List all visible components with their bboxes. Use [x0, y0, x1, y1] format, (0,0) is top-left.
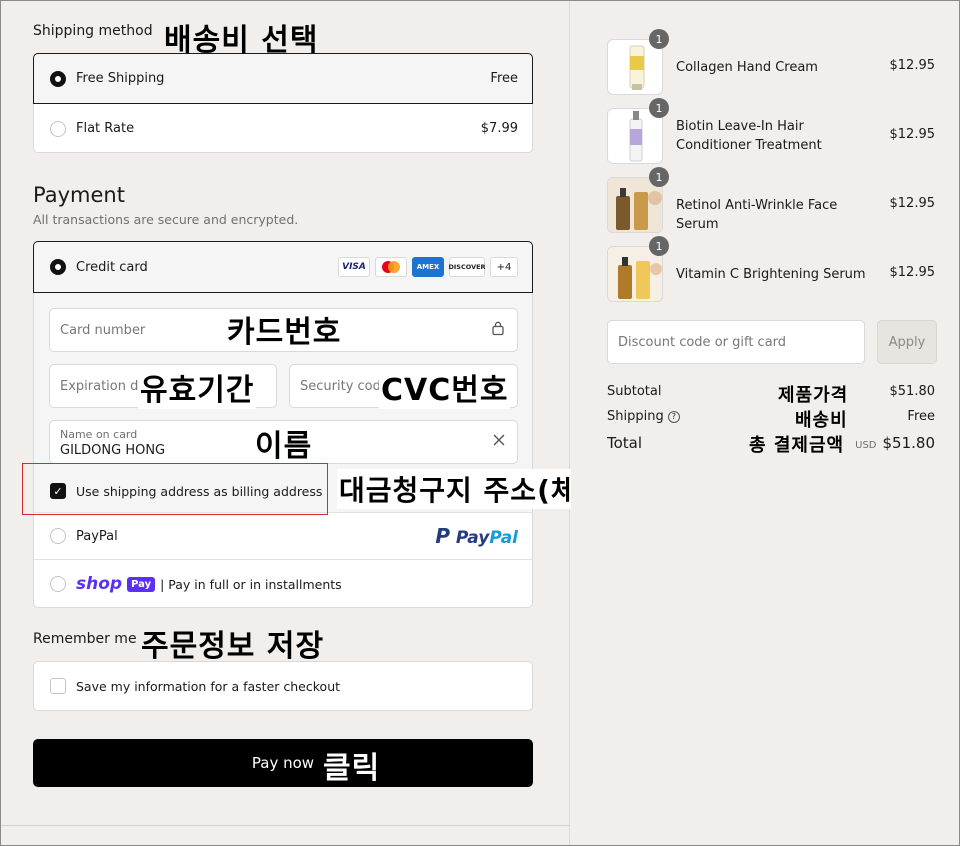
shipping-option-free[interactable]: Free Shipping Free — [33, 53, 533, 104]
radio-selected[interactable] — [50, 259, 66, 275]
quantity-badge: 1 — [649, 29, 669, 49]
save-info-label: Save my information for a faster checkou… — [76, 678, 341, 694]
mastercard-logo-icon — [375, 257, 407, 277]
visa-logo: VISA — [338, 257, 370, 277]
total-annotation: 총 결제금액 — [749, 435, 845, 456]
expiration-annotation: 유효기간 — [138, 365, 257, 409]
quantity-badge: 1 — [649, 98, 669, 118]
more-brands-badge: +4 — [490, 257, 518, 277]
pay-annotation: 클릭 — [323, 751, 381, 786]
subtotal-row: Subtotal $51.80 — [607, 384, 937, 402]
paypal-logo: P PayPal — [435, 524, 518, 548]
paypal-logo-pal: Pal — [489, 528, 518, 548]
discount-code-input[interactable]: Discount code or gift card — [607, 320, 865, 364]
checkout-page: Shipping method 배송비 선택 Free Shipping Fre… — [0, 0, 960, 846]
name-annotation: 이름 — [255, 429, 313, 464]
cart-item: 1 Vitamin C Brightening Serum $12.95 — [607, 236, 937, 302]
discount-placeholder: Discount code or gift card — [618, 334, 787, 350]
card-number-placeholder: Card number — [60, 322, 146, 338]
remember-annotation: 주문정보 저장 — [141, 629, 325, 664]
subtotal-value: $51.80 — [889, 384, 936, 399]
quantity-badge: 1 — [649, 167, 669, 187]
shipping-options: Free Shipping Free Flat Rate $7.99 — [33, 53, 533, 153]
shoppay-logo: shop — [76, 574, 123, 594]
security-annotation: CVC번호 — [379, 365, 511, 409]
apply-label: Apply — [888, 334, 926, 350]
shipping-option-price: Free — [490, 71, 518, 86]
paypal-logo-pay: Pay — [455, 528, 490, 548]
item-name: Collagen Hand Cream — [676, 60, 818, 75]
paypal-logo-p: P — [435, 524, 450, 548]
cart-item: 1 Biotin Leave-In Hair Conditioner Treat… — [607, 98, 937, 164]
shipping-option-flat[interactable]: Flat Rate $7.99 — [34, 104, 532, 153]
total-value: $51.80 — [882, 434, 936, 452]
billing-highlight-box — [22, 463, 328, 515]
total-value-group: USD $51.80 — [855, 434, 935, 452]
payment-title: Payment — [33, 183, 125, 207]
shipping-option-label: Flat Rate — [76, 121, 135, 136]
help-icon[interactable]: ? — [667, 410, 680, 423]
shipping-option-price: $7.99 — [480, 121, 518, 136]
save-info-checkbox[interactable] — [50, 678, 66, 694]
shoppay-text: | Pay in full or in installments — [160, 576, 342, 592]
payment-option-credit-card[interactable]: Credit card VISA AMEX DISCOVER +4 — [33, 241, 533, 293]
amex-logo: AMEX — [412, 257, 444, 277]
payment-subtitle: All transactions are secure and encrypte… — [33, 212, 299, 227]
shipping-cost-annotation: 배송비 — [795, 410, 848, 431]
cart-item: 1 Retinol Anti-Wrinkle Face Serum $12.95 — [607, 167, 937, 233]
payment-option-shoppay[interactable]: shop Pay | Pay in full or in installment… — [34, 560, 532, 608]
paypal-label: PayPal — [76, 528, 118, 544]
total-currency: USD — [855, 440, 877, 451]
radio-unselected[interactable] — [50, 576, 66, 592]
lock-icon — [491, 321, 505, 340]
remember-me-title: Remember me — [33, 631, 137, 647]
subtotal-annotation: 제품가격 — [778, 385, 849, 406]
cart-item: 1 Collagen Hand Cream $12.95 — [607, 29, 937, 95]
payment-option-paypal[interactable]: PayPal P PayPal — [34, 513, 532, 559]
item-name: Vitamin C Brightening Serum — [676, 267, 866, 282]
order-summary-column: 1 Collagen Hand Cream $12.95 1 Biotin Le… — [571, 1, 959, 845]
subtotal-label: Subtotal — [607, 384, 662, 399]
item-price: $12.95 — [889, 127, 936, 142]
total-label: Total — [607, 434, 643, 452]
shipping-row: Shipping ? Free — [607, 409, 937, 427]
radio-unselected[interactable] — [50, 120, 66, 137]
item-price: $12.95 — [889, 58, 936, 73]
item-name: Biotin Leave-In Hair Conditioner Treatme… — [676, 119, 822, 153]
remember-me-box: Save my information for a faster checkou… — [33, 661, 533, 711]
clear-icon[interactable] — [493, 434, 505, 450]
security-code-placeholder: Security code — [300, 378, 389, 394]
checkout-form-column: Shipping method 배송비 선택 Free Shipping Fre… — [1, 1, 641, 845]
shipping-label: Shipping ? — [607, 409, 680, 424]
discover-logo: DISCOVER — [448, 257, 486, 277]
item-price: $12.95 — [889, 196, 936, 211]
name-on-card-label: Name on card — [60, 428, 138, 441]
shipping-method-title: Shipping method — [33, 23, 153, 39]
item-name: Retinol Anti-Wrinkle Face Serum — [676, 198, 838, 232]
apply-discount-button[interactable]: Apply — [877, 320, 937, 364]
name-on-card-value: GILDONG HONG — [60, 443, 166, 458]
radio-unselected[interactable] — [50, 528, 66, 544]
radio-selected[interactable] — [50, 70, 66, 87]
shoppay-badge: Pay — [127, 576, 156, 592]
card-number-annotation: 카드번호 — [227, 315, 342, 350]
pay-now-label: Pay now — [251, 754, 315, 772]
shipping-label-text: Shipping — [607, 409, 664, 424]
quantity-badge: 1 — [649, 236, 669, 256]
save-info-row[interactable]: Save my information for a faster checkou… — [34, 662, 532, 710]
shipping-value: Free — [907, 409, 935, 424]
item-price: $12.95 — [889, 265, 936, 280]
pay-now-button[interactable]: Pay now — [33, 739, 533, 787]
credit-card-label: Credit card — [76, 259, 148, 275]
shipping-option-label: Free Shipping — [76, 71, 165, 86]
